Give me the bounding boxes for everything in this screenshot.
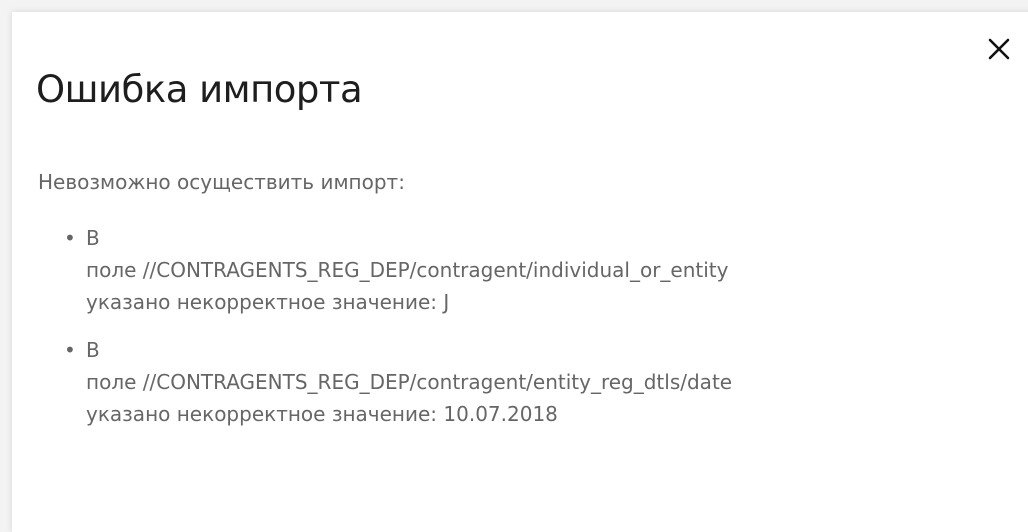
import-error-dialog: Ошибка импорта Невозможно осуществить им… [12,12,1028,532]
close-button[interactable] [984,34,1014,64]
error-value-text: указано некорректное значение: J [86,290,450,314]
error-item: • В поле //CONTRAGENTS_REG_DEP/contragen… [64,222,1028,318]
error-field-path: поле //CONTRAGENTS_REG_DEP/contragent/in… [86,258,729,282]
error-line-1: В [86,338,100,362]
close-icon [988,38,1010,60]
dialog-title: Ошибка импорта [36,68,363,111]
error-intro-text: Невозможно осуществить импорт: [38,170,405,194]
bullet-icon: • [64,226,76,250]
error-item: • В поле //CONTRAGENTS_REG_DEP/contragen… [64,334,1028,430]
bullet-icon: • [64,338,76,362]
error-value-text: указано некорректное значение: 10.07.201… [86,402,558,426]
error-field-path: поле //CONTRAGENTS_REG_DEP/contragent/en… [86,370,733,394]
error-list: • В поле //CONTRAGENTS_REG_DEP/contragen… [64,222,1028,446]
error-line-1: В [86,226,100,250]
